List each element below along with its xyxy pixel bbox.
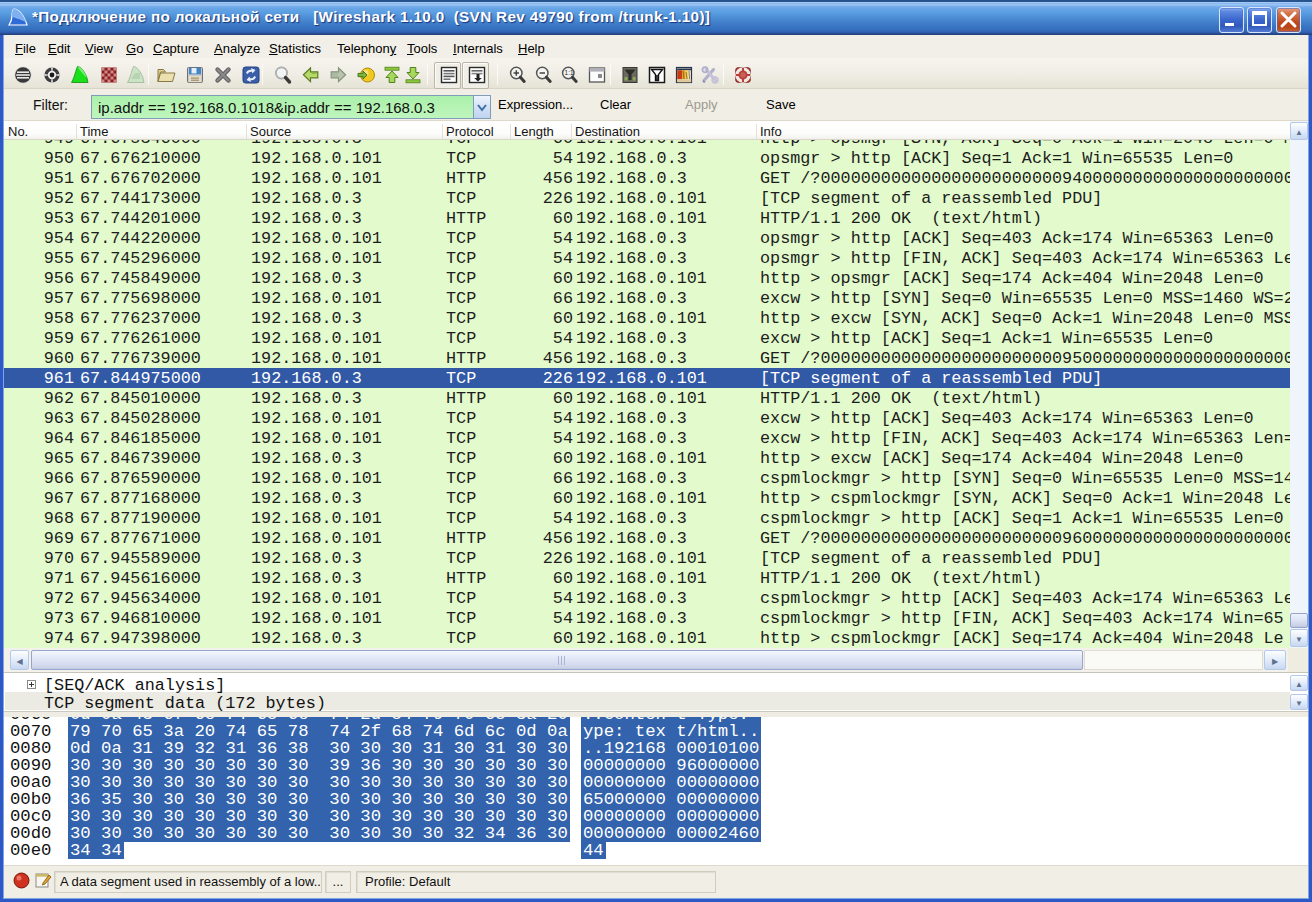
- svg-text:1:1: 1:1: [565, 69, 574, 76]
